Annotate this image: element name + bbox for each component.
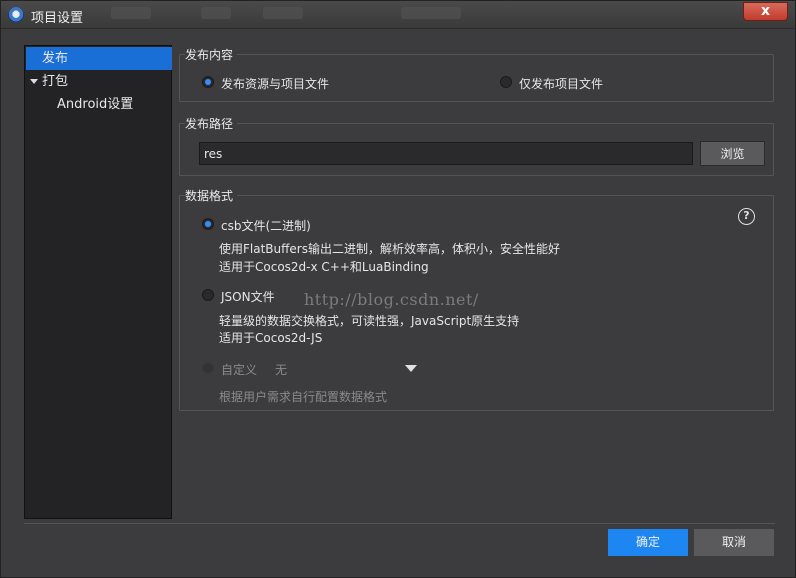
window-title: 项目设置: [31, 11, 84, 26]
footer-divider: [24, 523, 775, 524]
sidebar-item-label: 发布: [42, 51, 69, 66]
settings-sidebar: 发布 打包 Android设置: [24, 45, 172, 519]
chevron-down-icon[interactable]: [405, 365, 417, 372]
blurred-background-text: [201, 7, 231, 19]
json-description: 轻量级的数据交换格式，可读性强，JavaScript原生支持: [219, 314, 520, 328]
radio-json[interactable]: [202, 289, 214, 301]
ok-button[interactable]: 确定: [608, 529, 688, 556]
custom-format-select[interactable]: 无: [275, 361, 287, 378]
json-usage: 适用于Cocos2d-JS: [219, 331, 323, 345]
radio-publish-project-only[interactable]: [500, 76, 512, 88]
expand-arrow-icon[interactable]: [30, 79, 38, 84]
blurred-background-text: [111, 7, 151, 19]
data-format-label: 数据格式: [185, 187, 238, 204]
blurred-background-text: [263, 7, 303, 19]
csb-description: 使用FlatBuffers输出二进制，解析效率高，体积小，安全性能好: [219, 242, 560, 256]
help-icon[interactable]: ?: [738, 208, 755, 225]
radio-csb[interactable]: [202, 218, 214, 230]
publish-path-label: 发布路径: [185, 115, 238, 132]
sidebar-item-label: 打包: [42, 74, 69, 89]
app-icon: [8, 7, 24, 23]
project-settings-window: 项目设置 x 发布 打包 Android设置 发布内容 发布资源与项目文件 仅发…: [0, 0, 796, 578]
radio-csb-label[interactable]: csb文件(二进制): [221, 217, 311, 234]
browse-button[interactable]: 浏览: [700, 141, 765, 166]
blurred-background-text: [401, 7, 461, 19]
sidebar-item-android-settings[interactable]: Android设置: [26, 93, 172, 116]
publish-content-label: 发布内容: [185, 46, 238, 63]
radio-custom[interactable]: [202, 362, 214, 374]
csb-usage: 适用于Cocos2d-x C++和LuaBinding: [219, 260, 429, 274]
sidebar-item-package[interactable]: 打包: [26, 70, 172, 93]
radio-publish-project-only-label[interactable]: 仅发布项目文件: [519, 75, 603, 92]
watermark: http://blog.csdn.net/: [304, 290, 479, 309]
radio-publish-all[interactable]: [202, 76, 214, 88]
custom-description: 根据用户需求自行配置数据格式: [219, 390, 388, 404]
sidebar-item-publish[interactable]: 发布: [26, 47, 172, 70]
close-button[interactable]: x: [743, 2, 788, 21]
publish-path-input[interactable]: [199, 142, 693, 165]
title-bar[interactable]: 项目设置 x: [1, 1, 795, 29]
cancel-button[interactable]: 取消: [694, 529, 774, 556]
radio-publish-all-label[interactable]: 发布资源与项目文件: [221, 75, 329, 92]
radio-custom-label[interactable]: 自定义: [221, 361, 257, 378]
sidebar-item-label: Android设置: [57, 97, 134, 112]
radio-json-label[interactable]: JSON文件: [221, 288, 275, 305]
